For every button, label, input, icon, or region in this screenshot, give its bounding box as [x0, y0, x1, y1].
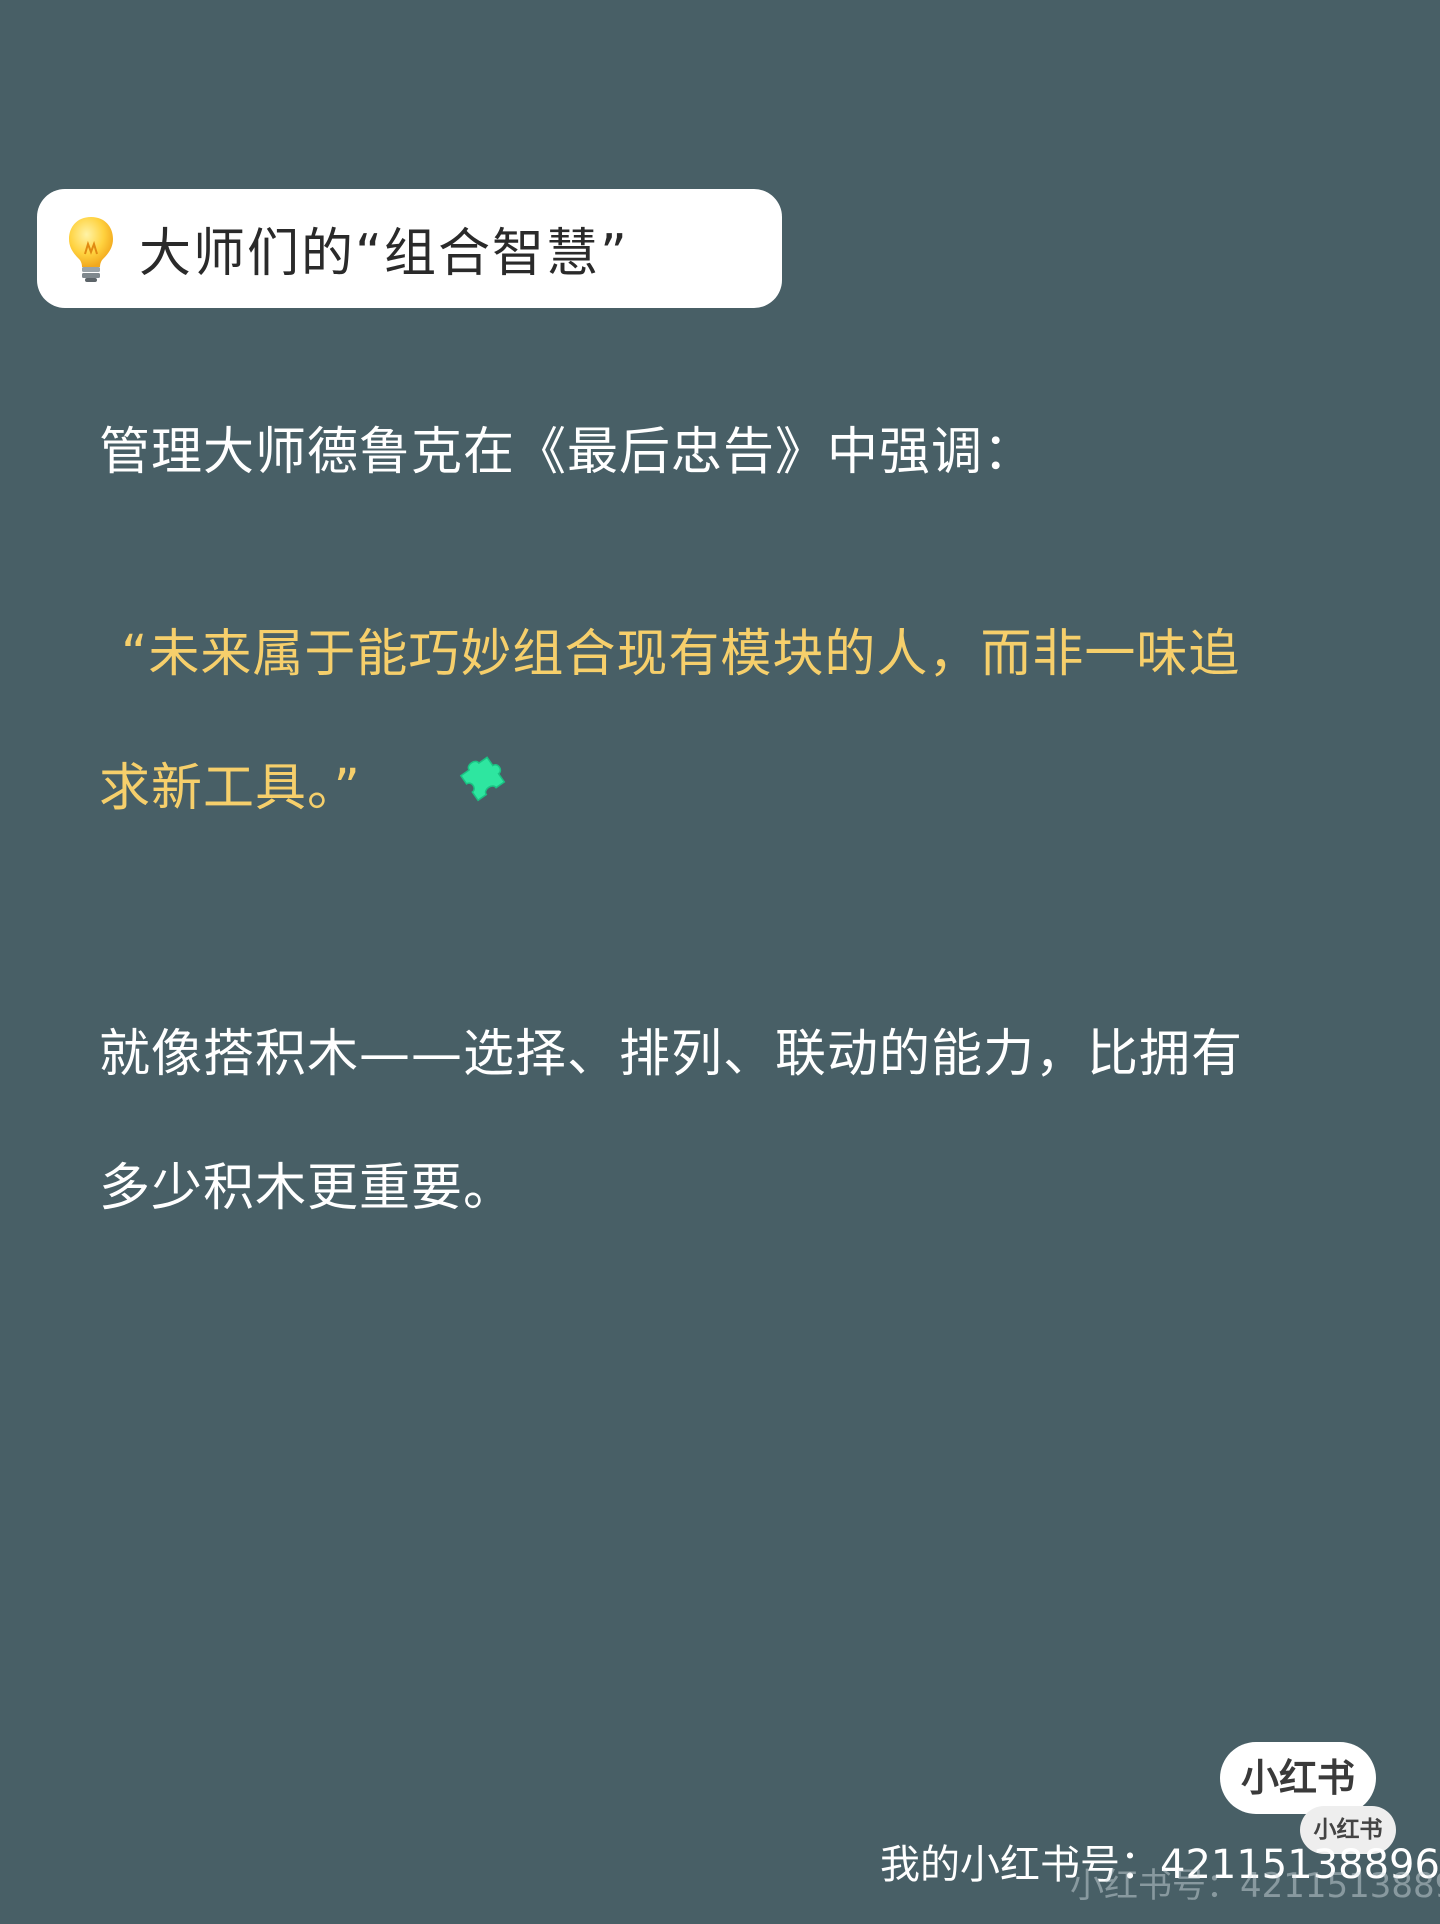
analogy-line-1: 就像搭积木——选择、排列、联动的能力，比拥有: [99, 1025, 1244, 1084]
lightbulb-icon: [69, 216, 113, 282]
analogy-line-2: 多少积木更重要。: [99, 1159, 516, 1218]
page-title: 大师们的“组合智慧”: [139, 224, 629, 284]
account-id-watermark: 小红书号：42115138896: [1070, 1866, 1440, 1906]
xiaohongshu-logo: 小红书: [1220, 1742, 1376, 1814]
puzzle-piece-icon: [459, 756, 506, 802]
quote-line-1: “未来属于能巧妙组合现有模块的人，而非一味追: [121, 625, 1241, 684]
intro-text: 管理大师德鲁克在《最后忠告》中强调：: [99, 423, 1036, 482]
title-card: 大师们的“组合智慧”: [37, 189, 782, 308]
quote-line-2: 求新工具。”: [99, 759, 361, 818]
